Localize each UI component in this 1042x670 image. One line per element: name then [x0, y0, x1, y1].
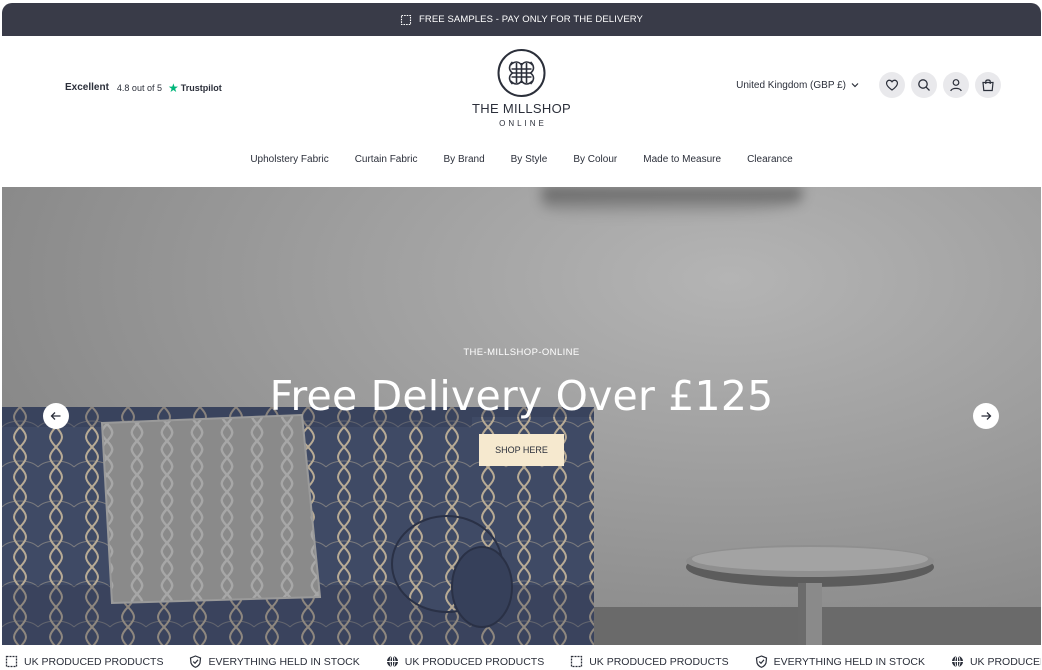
ticker-text: UK PRODUCED PRODUCTS [969, 655, 1041, 668]
header-actions: United Kingdom (GBP £) [736, 72, 1001, 98]
ticker-text: UK PRODUCED PRODUCTS [24, 655, 164, 668]
heart-icon [885, 79, 899, 91]
announcement-bar[interactable]: FREE SAMPLES - PAY ONLY FOR THE DELIVERY [2, 3, 1041, 36]
nav-item-clearance[interactable]: Clearance [747, 154, 793, 165]
swatch-icon [5, 655, 18, 668]
ticker-item: UK PRODUCED PRODUCTS [951, 655, 1041, 668]
side-table-image [686, 545, 934, 645]
ticker-text: EVERYTHING HELD IN STOCK [208, 655, 360, 668]
logo-sub: ONLINE [499, 119, 547, 128]
shop-here-button[interactable]: SHOP HERE [479, 434, 564, 466]
nav-item-by-colour[interactable]: By Colour [573, 154, 617, 165]
account-icon [950, 79, 962, 92]
nav-item-by-brand[interactable]: By Brand [444, 154, 485, 165]
hero-next-button[interactable] [973, 403, 999, 429]
nav-item-made-to-measure[interactable]: Made to Measure [643, 154, 721, 165]
site-logo[interactable]: THE MILLSHOP ONLINE [472, 48, 571, 128]
nav-item-upholstery-fabric[interactable]: Upholstery Fabric [250, 154, 328, 165]
search-button[interactable] [911, 72, 937, 98]
hero-prev-button[interactable] [43, 403, 69, 429]
shield-check-icon [755, 655, 767, 668]
cart-button[interactable] [975, 72, 1001, 98]
trustpilot-score: 4.8 out of 5 [116, 82, 162, 93]
arrow-left-icon [50, 412, 61, 420]
nav-item-curtain-fabric[interactable]: Curtain Fabric [355, 154, 418, 165]
lamp-shadow [542, 187, 802, 217]
shield-check-icon [190, 655, 202, 668]
trustpilot-star-icon: ★ [167, 80, 179, 95]
ticker-track: 'S UK PRODUCED PRODUCTS EVERYTHING HELD … [4, 655, 1041, 668]
main-nav: Upholstery Fabric Curtain Fabric By Bran… [2, 154, 1041, 165]
hero-eyebrow: THE-MILLSHOP-ONLINE [463, 347, 580, 358]
wishlist-button[interactable] [879, 72, 905, 98]
hero-content: THE-MILLSHOP-ONLINE Free Delivery Over £… [2, 347, 1041, 466]
ticker-text: EVERYTHING HELD IN STOCK [773, 655, 925, 668]
account-button[interactable] [943, 72, 969, 98]
arrow-right-icon [981, 412, 992, 420]
sample-swatch-icon [400, 14, 412, 25]
trustpilot-widget[interactable]: Excellent 4.8 out of 5 ★ Trustpilot [65, 80, 222, 95]
swatch-icon [571, 655, 583, 668]
ticker-item: UK PRODUCED PRODUCTS [386, 655, 544, 668]
nav-item-by-style[interactable]: By Style [511, 154, 548, 165]
page: FREE SAMPLES - PAY ONLY FOR THE DELIVERY… [2, 3, 1041, 670]
trustpilot-rating-word: Excellent [65, 82, 109, 93]
hero-title: Free Delivery Over £125 [269, 372, 774, 420]
logo-name: THE MILLSHOP [472, 101, 571, 116]
knot-logo-icon [497, 49, 546, 97]
ticker-item: UK PRODUCED PRODUCTS [5, 655, 163, 668]
ticker-item: EVERYTHING HELD IN STOCK [189, 655, 360, 668]
bag-icon [982, 79, 994, 92]
trustpilot-brand: Trustpilot [180, 82, 222, 93]
search-icon [918, 79, 930, 91]
globe-icon [386, 655, 398, 668]
site-header: Excellent 4.8 out of 5 ★ Trustpilot THE … [2, 36, 1041, 186]
globe-icon [951, 655, 963, 668]
chevron-down-icon [851, 83, 859, 88]
announcement-text: FREE SAMPLES - PAY ONLY FOR THE DELIVERY [419, 14, 643, 25]
usp-ticker: 'S UK PRODUCED PRODUCTS EVERYTHING HELD … [4, 651, 1041, 670]
hero-banner: THE-MILLSHOP-ONLINE Free Delivery Over £… [2, 187, 1041, 645]
country-selector-label: United Kingdom (GBP £) [736, 79, 846, 91]
ticker-item: UK PRODUCED PRODUCTS [570, 655, 729, 668]
ticker-text: UK PRODUCED PRODUCTS [404, 655, 545, 668]
ticker-text: UK PRODUCED PRODUCTS [589, 655, 729, 668]
country-selector[interactable]: United Kingdom (GBP £) [736, 80, 859, 91]
ticker-item: EVERYTHING HELD IN STOCK [755, 655, 925, 668]
